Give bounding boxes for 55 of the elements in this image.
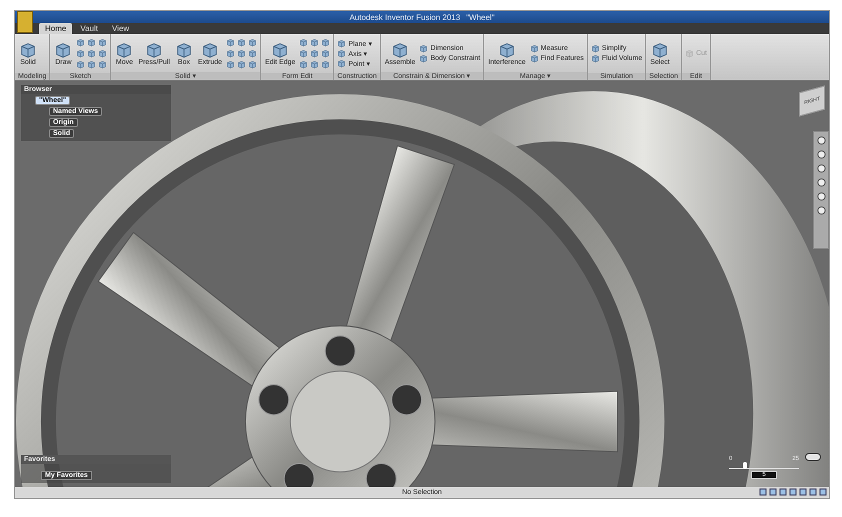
- cube-icon: [337, 59, 346, 68]
- cube-icon: [590, 54, 600, 63]
- cube-icon: [530, 54, 539, 62]
- cube-icon: [248, 60, 258, 68]
- cube-icon: [299, 49, 308, 58]
- cube-icon: [419, 44, 428, 52]
- cube-icon: [98, 38, 108, 47]
- cube-icon: [248, 48, 258, 58]
- cube-icon: [391, 40, 410, 58]
- cube-icon: [271, 41, 290, 59]
- cube-icon: [226, 48, 236, 58]
- cube-icon: [299, 60, 308, 69]
- timeline-thumb[interactable]: [743, 462, 747, 469]
- window-title: Autodesk Inventor Fusion 2013: [349, 12, 460, 22]
- cube-icon: [145, 40, 164, 58]
- cube-icon: [590, 44, 600, 53]
- cube-icon: [651, 41, 670, 59]
- cube-icon: [248, 38, 258, 46]
- cube-icon: [76, 60, 86, 69]
- ribbon-tab[interactable]: View: [106, 23, 136, 34]
- cube-icon: [87, 38, 96, 47]
- cube-icon: [115, 40, 134, 58]
- cube-icon: [237, 48, 246, 58]
- cube-icon: [299, 38, 308, 47]
- cube-icon: [98, 49, 108, 58]
- ribbon-tab[interactable]: Vault: [74, 23, 104, 34]
- cube-icon: [530, 44, 539, 52]
- timeline-options-button[interactable]: [805, 453, 821, 461]
- cube-icon: [321, 60, 330, 69]
- cube-icon: [310, 49, 320, 58]
- cube-icon: [76, 38, 86, 47]
- document-title: "Wheel": [466, 12, 495, 22]
- cube-icon: [419, 54, 428, 62]
- cube-icon: [87, 60, 96, 69]
- cube-icon: [76, 49, 86, 58]
- cube-icon: [237, 60, 246, 68]
- cube-icon: [237, 38, 246, 46]
- application-menu-button[interactable]: [17, 11, 33, 33]
- cube-icon: [226, 38, 236, 46]
- cube-icon: [310, 38, 320, 47]
- cube-icon: [685, 49, 694, 58]
- cube-icon: [174, 40, 193, 58]
- cube-icon: [337, 39, 346, 48]
- cube-icon: [321, 49, 330, 58]
- cube-icon: [226, 60, 236, 68]
- cube-icon: [498, 40, 516, 58]
- cube-icon: [337, 49, 346, 58]
- cube-icon: [19, 41, 37, 59]
- cube-icon: [98, 60, 108, 69]
- cube-icon: [87, 49, 96, 58]
- cube-icon: [310, 60, 320, 69]
- ribbon-tab[interactable]: Home: [39, 23, 72, 34]
- cube-icon: [201, 40, 219, 58]
- cube-icon: [321, 38, 330, 47]
- cube-icon: [54, 41, 72, 59]
